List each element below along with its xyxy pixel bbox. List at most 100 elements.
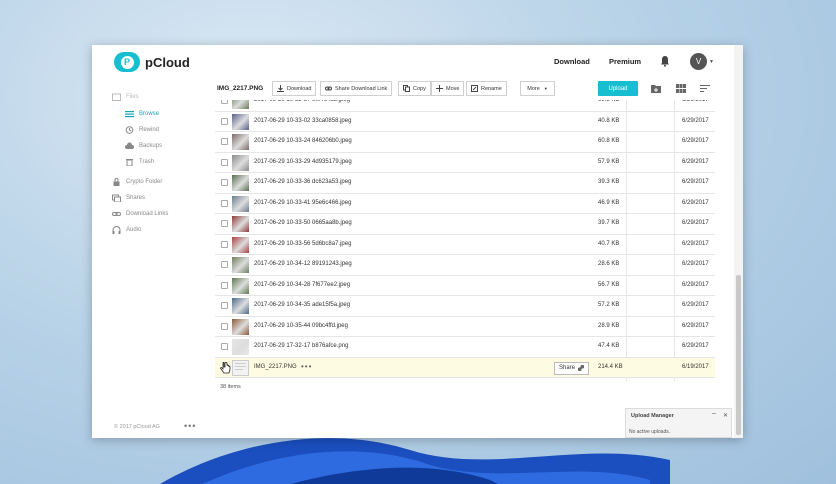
row-checkbox[interactable] <box>221 138 228 145</box>
pcloud-logo[interactable]: P pCloud <box>114 52 190 72</box>
file-date: 6/29/2017 <box>682 199 709 206</box>
footer-more-dots[interactable]: ••• <box>184 421 196 431</box>
row-checkbox[interactable] <box>221 343 228 350</box>
download-nav-link[interactable]: Download <box>554 57 590 66</box>
grid-view-icon[interactable] <box>676 84 686 93</box>
link-icon <box>578 365 585 371</box>
file-name[interactable]: 2017-06-29 10-33-24 846206b0.jpeg <box>254 138 352 144</box>
sidebar-item-label: Shares <box>126 195 146 201</box>
scrollbar[interactable] <box>734 45 743 438</box>
file-size: 47.4 KB <box>598 343 620 349</box>
table-row[interactable]: 2017-06-29 10-33-50 0665aa8b.jpeg 39.7 KB… <box>215 214 715 235</box>
table-row[interactable]: 2017-06-29 10-34-28 7f677ee2.jpeg 56.7 KB… <box>215 276 715 296</box>
file-name[interactable]: 2017-06-29 10-33-02 33ca0858.jpeg <box>254 118 351 124</box>
table-row[interactable]: 2017-06-29 10-33-41 95e6c466.jpeg 46.9 KB… <box>215 194 715 214</box>
rename-button[interactable]: Rename <box>466 81 507 96</box>
pencil-icon <box>471 85 478 92</box>
table-row[interactable]: 2017-06-29 10-33-56 5d6bc8a7.jpeg 40.7 KB… <box>215 235 715 255</box>
sidebar-item-shares[interactable]: Shares <box>112 194 145 202</box>
sidebar-item-label: Audio <box>126 227 142 233</box>
file-name[interactable]: 2017-06-29 10-34-12 89191243.jpeg <box>254 261 352 267</box>
file-thumbnail <box>232 175 249 191</box>
row-checkbox[interactable] <box>221 281 228 289</box>
move-button[interactable]: Move <box>431 81 465 96</box>
row-checkbox[interactable] <box>221 220 228 227</box>
file-size: 28.6 KB <box>598 261 620 267</box>
table-row[interactable]: 2017-06-29 17-32-17 b876afce.png 47.4 KB 6… <box>215 337 715 358</box>
file-name[interactable]: 2017-06-29 10-34-35 ade15f5a.jpeg <box>254 302 350 308</box>
file-name[interactable]: 2017-06-29 10-33-41 95e6c466.jpeg <box>254 200 351 206</box>
row-checkbox[interactable] <box>221 117 228 125</box>
row-checkbox[interactable] <box>221 261 228 268</box>
file-size: 28.9 KB <box>598 322 620 329</box>
row-checkbox[interactable] <box>221 240 228 248</box>
file-name[interactable]: 2017-06-29 10-33-56 5d6bc8a7.jpeg <box>254 241 351 247</box>
sidebar-item-audio[interactable]: Audio <box>112 226 141 234</box>
new-folder-icon[interactable] <box>651 84 661 93</box>
file-name[interactable]: 2017-06-29 17-32-17 b876afce.png <box>254 343 348 349</box>
avatar[interactable]: V <box>690 53 707 70</box>
chevron-down-icon: ▼ <box>543 86 548 91</box>
row-more-dots[interactable]: ••• <box>301 362 312 371</box>
download-button[interactable]: Download <box>272 81 317 96</box>
sidebar-item-trash[interactable]: Trash <box>125 158 154 166</box>
row-checkbox[interactable] <box>221 322 228 330</box>
row-checkbox[interactable] <box>221 302 228 309</box>
footer-copyright: © 2017 pCloud AG <box>114 424 160 430</box>
row-checkbox[interactable] <box>221 100 228 104</box>
close-icon[interactable]: ✕ <box>723 412 728 419</box>
table-row[interactable]: 2017-06-29 10-33-02 33ca0858.jpeg 40.8 KB… <box>215 112 715 132</box>
download-icon <box>277 85 284 92</box>
file-thumbnail <box>232 154 249 171</box>
sidebar-item-files[interactable]: Files <box>112 93 139 101</box>
table-row[interactable]: 2017-06-29 10-33-29 4d935179.jpeg 57.9 KB… <box>215 153 715 173</box>
file-size: 57.2 KB <box>598 302 620 308</box>
minimize-icon[interactable]: – <box>712 410 716 417</box>
sidebar-item-label: Crypto Folder <box>126 179 163 185</box>
row-checkbox[interactable] <box>221 179 228 186</box>
sidebar-item-backups[interactable]: Backups <box>125 142 162 150</box>
file-thumbnail <box>232 359 249 376</box>
sidebar-item-label: Download Links <box>126 211 169 217</box>
bell-icon[interactable] <box>659 55 671 67</box>
folder-icon <box>112 93 121 101</box>
list-icon <box>125 111 134 118</box>
table-row[interactable]: 2017-06-29 10-34-35 ade15f5a.jpeg 57.2 KB… <box>215 296 715 317</box>
premium-nav-link[interactable]: Premium <box>609 57 641 66</box>
upload-manager-title: Upload Manager <box>631 413 674 419</box>
table-row-selected[interactable]: IMG_2217.PNG ••• Share 214.4 KB 6/19/201… <box>215 357 715 378</box>
sidebar-item-download-links[interactable]: Download Links <box>112 210 168 218</box>
sidebar-item-browse[interactable]: Browse <box>125 110 159 118</box>
sidebar-item-crypto-folder[interactable]: Crypto Folder <box>112 178 162 186</box>
table-row[interactable]: 2017-06-29 10-33-24 846206b0.jpeg 60.8 KB… <box>215 132 715 153</box>
file-name[interactable]: 2017-06-29 10-32-57 9f0464a3.jpeg <box>254 100 350 103</box>
table-row[interactable]: 2017-06-29 10-34-12 89191243.jpeg 28.6 KB… <box>215 255 715 276</box>
file-name[interactable]: 2017-06-29 10-33-36 dc623a53.jpeg <box>254 179 351 185</box>
copy-button-label: Copy <box>413 85 426 92</box>
table-row[interactable]: 2017-06-29 10-32-57 9f0464a3.jpeg 69.8 KB… <box>215 100 715 112</box>
file-size: 214.4 KB <box>598 363 623 370</box>
more-dropdown[interactable]: More ▼ <box>520 81 555 96</box>
file-size: 69.8 KB <box>598 100 620 103</box>
brand-name: pCloud <box>145 54 190 70</box>
copy-button[interactable]: Copy <box>398 81 431 96</box>
row-checkbox[interactable] <box>221 158 228 166</box>
file-name[interactable]: 2017-06-29 10-35-44 09bc4ffd.jpeg <box>254 323 348 329</box>
scrollbar-thumb[interactable] <box>736 275 741 435</box>
file-date: 6/29/2017 <box>682 100 709 103</box>
file-name[interactable]: 2017-06-29 10-34-28 7f677ee2.jpeg <box>254 282 350 288</box>
wallpaper-swirl <box>160 438 670 484</box>
file-name[interactable]: 2017-06-29 10-33-50 0665aa8b.jpeg <box>254 220 352 226</box>
sort-icon[interactable] <box>700 84 710 93</box>
chevron-down-icon[interactable]: ▼ <box>709 59 714 65</box>
share-button[interactable]: Share <box>554 361 590 375</box>
upload-button[interactable]: Upload <box>598 81 638 96</box>
file-thumbnail <box>232 195 249 212</box>
table-row[interactable]: 2017-06-29 10-35-44 09bc4ffd.jpeg 28.9 KB… <box>215 317 715 337</box>
share-download-link-button[interactable]: Share Download Link <box>320 81 393 96</box>
sidebar-item-rewind[interactable]: Rewind <box>125 126 159 134</box>
file-name[interactable]: IMG_2217.PNG <box>254 364 297 370</box>
file-name[interactable]: 2017-06-29 10-33-29 4d935179.jpeg <box>254 159 352 165</box>
table-row[interactable]: 2017-06-29 10-33-36 dc623a53.jpeg 39.3 KB… <box>215 173 715 194</box>
row-checkbox[interactable] <box>221 199 228 207</box>
